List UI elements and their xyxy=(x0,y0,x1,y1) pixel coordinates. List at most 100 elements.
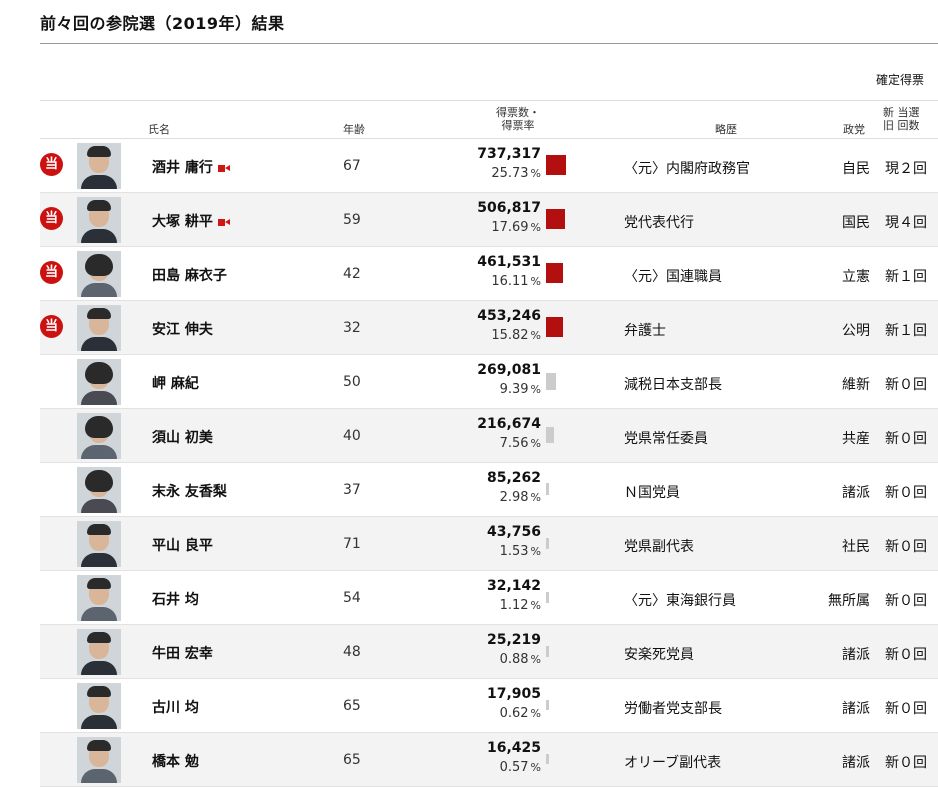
candidate-name[interactable]: 牛田 宏幸 xyxy=(152,643,213,663)
vote-share: 1.12% xyxy=(500,598,541,613)
candidate-career: オリーブ副代表 xyxy=(624,755,722,771)
vote-count: 43,756 xyxy=(486,524,541,540)
vote-count: 269,081 xyxy=(477,362,541,378)
candidate-party: 社民 xyxy=(842,539,870,555)
election-count: 現４回 xyxy=(885,215,927,231)
candidate-age: 50 xyxy=(343,374,361,390)
candidate-name-text: 石井 均 xyxy=(152,592,199,608)
election-count: 新０回 xyxy=(885,377,927,393)
candidate-party: 維新 xyxy=(842,377,870,393)
candidate-name[interactable]: 橋本 勉 xyxy=(152,751,199,771)
video-camera-icon[interactable] xyxy=(217,218,230,227)
candidate-name-text: 牛田 宏幸 xyxy=(152,646,213,662)
table-row: 当 酒井 庸行 67 737,317 25.73% 〈元〉内閣府政務官 自民 現２回 xyxy=(40,139,938,193)
vote-count: 453,246 xyxy=(477,308,541,324)
percent-unit: % xyxy=(530,545,541,558)
video-camera-icon[interactable] xyxy=(217,164,230,173)
vote-share: 25.73% xyxy=(491,166,541,181)
vote-share: 16.11% xyxy=(491,274,541,289)
percent-unit: % xyxy=(530,491,541,504)
vote-share-value: 0.62 xyxy=(499,706,529,721)
vote-share: 0.57% xyxy=(500,760,541,775)
candidate-photo xyxy=(77,413,121,459)
candidate-name[interactable]: 大塚 耕平 xyxy=(152,211,230,231)
election-count: 新１回 xyxy=(885,323,927,339)
percent-unit: % xyxy=(530,437,541,450)
elected-stamp-icon: 当 xyxy=(40,315,63,338)
percent-unit: % xyxy=(530,653,541,666)
percent-unit: % xyxy=(530,275,541,288)
elected-stamp-icon: 当 xyxy=(40,207,63,230)
candidate-career: Ｎ国党員 xyxy=(624,485,680,501)
candidate-party: 公明 xyxy=(842,323,870,339)
vote-count: 17,905 xyxy=(486,686,541,702)
candidate-photo xyxy=(77,251,121,297)
candidate-photo xyxy=(77,575,121,621)
vote-share-bar xyxy=(546,317,563,337)
vote-share-bar xyxy=(546,645,549,657)
election-count: 新０回 xyxy=(885,539,927,555)
percent-unit: % xyxy=(530,383,541,396)
vote-share-value: 15.82 xyxy=(491,328,529,343)
percent-unit: % xyxy=(530,221,541,234)
header-votes: 得票数・ 得票率 xyxy=(496,106,540,132)
election-count: 新０回 xyxy=(885,593,927,609)
vote-share-bar xyxy=(546,155,566,175)
vote-share-bar xyxy=(546,591,549,603)
vote-share-value: 1.12 xyxy=(499,598,529,613)
candidate-photo xyxy=(77,521,121,567)
election-count: 新０回 xyxy=(885,647,927,663)
vote-count: 25,219 xyxy=(486,632,541,648)
vote-count: 461,531 xyxy=(477,254,541,270)
header-times: 新 当選旧 回数 xyxy=(883,106,920,132)
candidate-name[interactable]: 須山 初美 xyxy=(152,427,213,447)
candidate-name[interactable]: 古川 均 xyxy=(152,697,199,717)
candidate-photo xyxy=(77,305,121,351)
vote-count: 737,317 xyxy=(477,146,541,162)
candidate-name-text: 古川 均 xyxy=(152,700,199,716)
table-row: 当 安江 伸夫 32 453,246 15.82% 弁護士 公明 新１回 xyxy=(40,301,938,355)
election-count: 新１回 xyxy=(885,269,927,285)
election-count: 新０回 xyxy=(885,485,927,501)
table-row: 岬 麻紀 50 269,081 9.39% 減税日本支部長 維新 新０回 xyxy=(40,355,938,409)
candidate-party: 諸派 xyxy=(842,647,870,663)
candidate-party: 立憲 xyxy=(842,269,870,285)
candidate-age: 65 xyxy=(343,698,361,714)
vote-share-bar xyxy=(546,209,565,229)
candidate-name[interactable]: 田島 麻衣子 xyxy=(152,265,227,285)
candidate-age: 54 xyxy=(343,590,361,606)
candidate-name[interactable]: 末永 友香梨 xyxy=(152,481,227,501)
vote-share-value: 2.98 xyxy=(499,490,529,505)
vote-share-bar xyxy=(546,754,549,764)
vote-share-bar xyxy=(546,537,549,549)
percent-unit: % xyxy=(530,761,541,774)
candidate-career: 減税日本支部長 xyxy=(624,377,722,393)
candidate-name[interactable]: 安江 伸夫 xyxy=(152,319,213,339)
candidate-age: 65 xyxy=(343,752,361,768)
vote-share: 0.62% xyxy=(500,706,541,721)
candidate-name[interactable]: 岬 麻紀 xyxy=(152,373,199,393)
candidate-name-text: 橋本 勉 xyxy=(152,754,199,770)
candidate-photo xyxy=(77,359,121,405)
candidate-photo xyxy=(77,143,121,189)
table-row: 古川 均 65 17,905 0.62% 労働者党支部長 諸派 新０回 xyxy=(40,679,938,733)
vote-share: 15.82% xyxy=(491,328,541,343)
candidate-name[interactable]: 平山 良平 xyxy=(152,535,213,555)
table-header: 氏名 年齢 得票数・ 得票率 略歴 政党 新 当選旧 回数 xyxy=(40,100,938,139)
vote-share-bar xyxy=(546,427,554,443)
header-votes-line1: 得票数・ xyxy=(496,106,540,119)
table-row: 牛田 宏幸 48 25,219 0.88% 安楽死党員 諸派 新０回 xyxy=(40,625,938,679)
elected-stamp-icon: 当 xyxy=(40,153,63,176)
candidate-age: 40 xyxy=(343,428,361,444)
page-title: 前々回の参院選（2019年）結果 xyxy=(40,14,285,33)
candidate-name[interactable]: 酒井 庸行 xyxy=(152,157,230,177)
table-row: 当 大塚 耕平 59 506,817 17.69% 党代表代行 国民 現４回 xyxy=(40,193,938,247)
table-row: 当 田島 麻衣子 42 461,531 16.11% 〈元〉国連職員 立憲 新１回 xyxy=(40,247,938,301)
candidate-photo xyxy=(77,737,121,783)
candidate-name[interactable]: 石井 均 xyxy=(152,589,199,609)
vote-share-value: 0.57 xyxy=(499,760,529,775)
candidate-career: 党県副代表 xyxy=(624,539,694,555)
header-age: 年齢 xyxy=(343,123,365,136)
header-times-line1: 新 当選 xyxy=(883,106,920,119)
candidate-party: 国民 xyxy=(842,215,870,231)
